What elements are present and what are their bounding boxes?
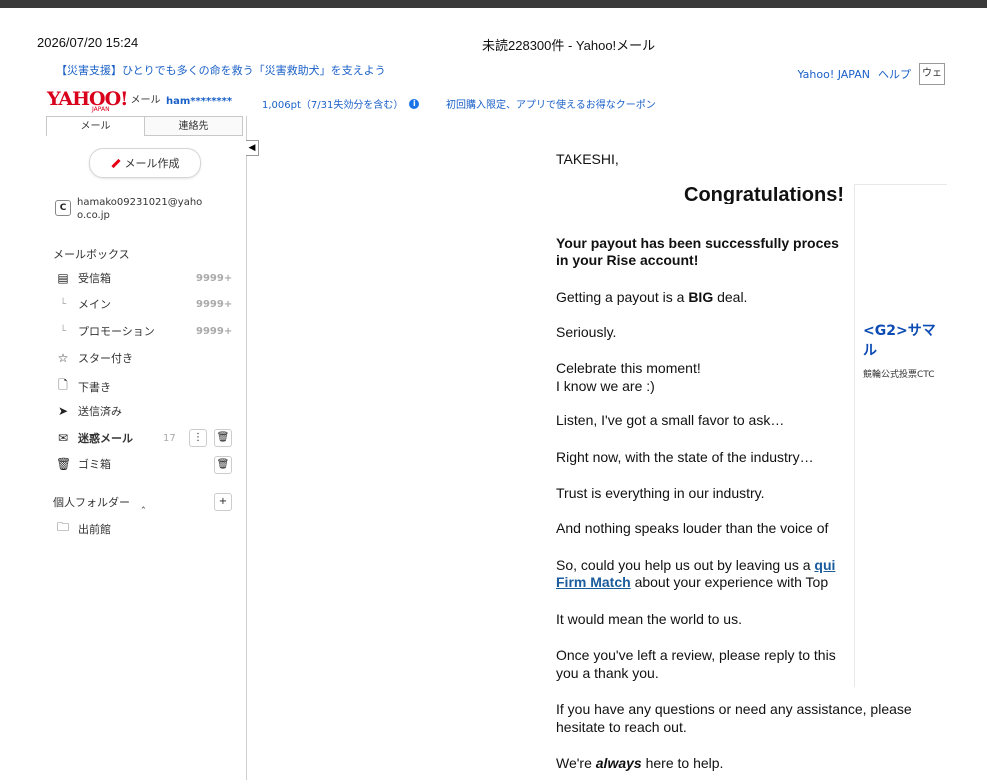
compose-label: メール作成 xyxy=(124,157,180,170)
chevron-left-icon: ◀ xyxy=(248,143,256,153)
folder-count: 9999+ xyxy=(196,298,233,310)
spam-empty-button[interactable]: 🗑 xyxy=(214,429,232,447)
header-links: Yahoo! JAPAN ヘルプ ウェ xyxy=(797,63,945,85)
pencil-icon xyxy=(110,158,121,168)
sidebar-item-demaekan[interactable]: 🗀 出前館 xyxy=(56,518,236,539)
ad-subtitle: 競輪公式投票CTC xyxy=(863,370,935,380)
text: Getting a payout is a xyxy=(556,289,689,305)
folder-label: プロモーション xyxy=(78,325,155,338)
add-folder-button[interactable]: + xyxy=(214,493,232,511)
sidebar-tabs: メール 連絡先 xyxy=(46,116,246,136)
folder-label: 受信箱 xyxy=(78,272,111,285)
points-link[interactable]: 1,006pt（7/31失効分を含む） i xyxy=(262,96,420,111)
email-greeting: TAKESHI, xyxy=(556,151,619,167)
window-top-bar xyxy=(0,0,987,8)
account-switcher[interactable]: C hamako09231021@yahoo.co.jp xyxy=(55,196,207,222)
text: So, could you help us out by leaving us … xyxy=(556,557,815,573)
folder-icon: 🗀 xyxy=(56,520,69,534)
trash-icon: 🗑 xyxy=(56,457,72,471)
coupon-link[interactable]: 初回購入限定、アプリで使えるお得なクーポン xyxy=(446,96,656,111)
bold-text: BIG xyxy=(688,289,714,305)
folder-count: 9999+ xyxy=(196,325,233,337)
sidebar-item-starred[interactable]: ☆ スター付き xyxy=(56,350,236,366)
logo-mail-text: メール xyxy=(130,95,161,106)
sidebar: メール 連絡先 メール作成 C hamako09231021@yahoo.co.… xyxy=(46,116,247,780)
ad-title-line-1: <G2>サマ xyxy=(863,323,936,339)
review-link[interactable]: qui xyxy=(814,557,835,573)
sidebar-item-sent[interactable]: ➤ 送信済み xyxy=(56,403,236,419)
yahoo-mail-logo[interactable]: YAHOO! JAPAN メール xyxy=(47,88,161,114)
sidebar-item-main[interactable]: └ メイン 9999+ xyxy=(56,296,236,312)
email-para-13: We're always here to help. xyxy=(556,755,946,772)
disaster-support-link[interactable]: 【災害支援】ひとりでも多くの命を救う「災害救助犬」を支えよう xyxy=(56,62,386,78)
web-search-box[interactable]: ウェ xyxy=(919,63,945,85)
sidebar-item-promotion[interactable]: └ プロモーション 9999+ xyxy=(56,323,236,339)
window-title: 未読228300件 - Yahoo!メール xyxy=(482,38,656,53)
text: here to help. xyxy=(641,755,724,771)
folder-label: スター付き xyxy=(78,352,133,365)
text: We're xyxy=(556,755,596,771)
draft-icon: 🗋 xyxy=(58,378,68,392)
email-para-12-line-1: If you have any questions or need any as… xyxy=(556,701,912,717)
folder-label: 送信済み xyxy=(78,405,122,418)
folder-label: メイン xyxy=(78,298,111,311)
personal-folders-label: 個人フォルダー xyxy=(53,496,130,509)
mailbox-heading: メールボックス xyxy=(53,248,130,261)
text: about your experience with Top xyxy=(630,574,829,590)
sub-branch-icon: └ xyxy=(59,325,67,337)
user-id-link[interactable]: ham******** xyxy=(166,96,232,107)
help-link[interactable]: ヘルプ xyxy=(878,66,911,82)
account-email: hamako09231021@yahoo.co.jp xyxy=(77,197,203,221)
spam-more-button[interactable]: ⋮ xyxy=(189,429,207,447)
compose-button[interactable]: メール作成 xyxy=(89,148,201,178)
sub-branch-icon: └ xyxy=(59,298,67,310)
sidebar-item-drafts[interactable]: 🗋 下書き xyxy=(56,376,236,397)
ad-title-line-2: ル xyxy=(863,343,877,359)
trash-icon: 🗑 xyxy=(216,459,230,470)
folder-label: 下書き xyxy=(78,380,111,394)
personal-folders-heading[interactable]: 個人フォルダー ‸ xyxy=(53,494,145,510)
trash-empty-button[interactable]: 🗑 xyxy=(214,456,232,474)
tab-mail[interactable]: メール xyxy=(46,116,145,136)
logo-japan-text: JAPAN xyxy=(92,106,110,113)
sidebar-item-inbox[interactable]: ▤ 受信箱 9999+ xyxy=(56,270,236,286)
star-icon: ☆ xyxy=(57,351,69,365)
account-refresh-icon: C xyxy=(55,200,71,216)
folder-label: ゴミ箱 xyxy=(78,458,111,471)
send-icon: ➤ xyxy=(57,404,69,418)
trash-icon: 🗑 xyxy=(216,432,230,443)
email-para-12-line-2: hesitate to reach out. xyxy=(556,719,687,735)
folder-label: 迷惑メール xyxy=(78,432,133,445)
sidebar-item-spam[interactable]: ✉ 迷惑メール 17 xyxy=(56,430,236,446)
inbox-icon: ▤ xyxy=(57,271,69,285)
viewport-clip xyxy=(946,140,987,780)
spam-icon: ✉ xyxy=(57,431,69,445)
folder-count: 9999+ xyxy=(196,272,233,284)
print-datetime: 2026/07/20 15:24 xyxy=(37,35,139,50)
info-icon[interactable]: i xyxy=(409,98,420,109)
yahoo-japan-link[interactable]: Yahoo! JAPAN xyxy=(797,68,870,81)
folder-label: 出前館 xyxy=(78,522,111,536)
folder-count: 17 xyxy=(163,432,176,444)
ad-title[interactable]: <G2>サマ ル xyxy=(863,321,947,361)
bold-italic-text: always xyxy=(595,755,642,771)
firm-match-link[interactable]: Firm Match xyxy=(556,574,631,590)
sidebar-item-trash[interactable]: 🗑 ゴミ箱 xyxy=(56,456,236,472)
logo-yahoo-text: YAHOO! xyxy=(47,88,128,110)
sidebar-collapse-button[interactable]: ◀ xyxy=(246,140,259,156)
text: deal. xyxy=(713,289,748,305)
chevron-up-icon: ‸ xyxy=(141,496,146,509)
points-text: 1,006pt（7/31失効分を含む） xyxy=(262,100,404,111)
tab-contacts[interactable]: 連絡先 xyxy=(144,116,243,136)
ad-panel[interactable]: <G2>サマ ル 競輪公式投票CTC xyxy=(854,184,947,687)
